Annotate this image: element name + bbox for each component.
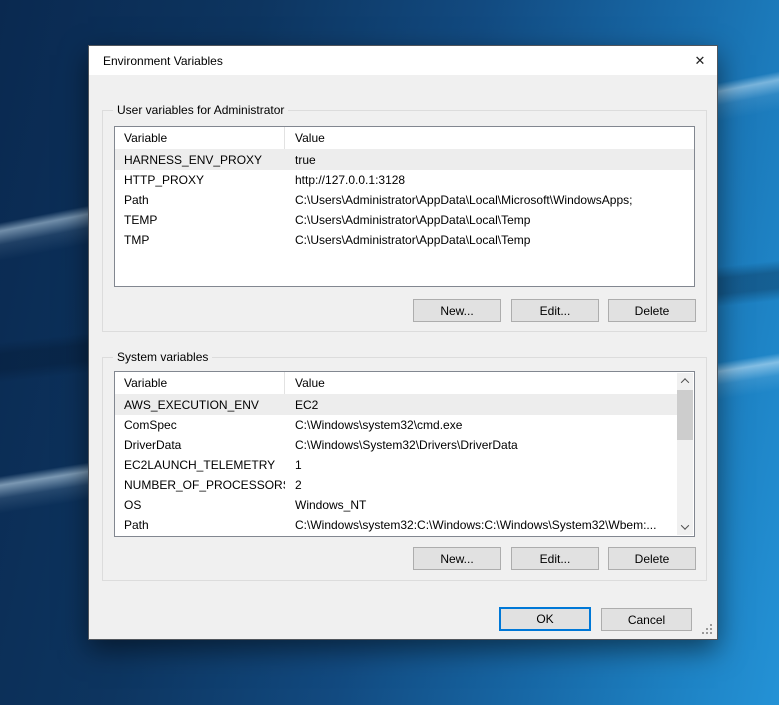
variable-value: C:\Users\Administrator\AppData\Local\Tem… xyxy=(285,233,694,247)
user-list-header: Variable Value xyxy=(115,127,694,150)
variable-value: 1 xyxy=(285,458,677,472)
user-edit-button[interactable]: Edit... xyxy=(511,299,599,322)
variable-name: HARNESS_ENV_PROXY xyxy=(115,153,285,167)
system-column-header-variable[interactable]: Variable xyxy=(115,372,285,394)
user-variable-row[interactable]: Path C:\Users\Administrator\AppData\Loca… xyxy=(115,190,694,210)
system-variable-row[interactable]: OS Windows_NT xyxy=(115,495,677,515)
system-new-button[interactable]: New... xyxy=(413,547,501,570)
scroll-up-icon[interactable] xyxy=(677,373,693,389)
cancel-button[interactable]: Cancel xyxy=(601,608,692,631)
system-variables-group-label: System variables xyxy=(113,350,212,364)
system-list-header: Variable Value xyxy=(115,372,677,395)
system-variable-row[interactable]: AWS_EXECUTION_ENV EC2 xyxy=(115,395,677,415)
variable-value: Windows_NT xyxy=(285,498,677,512)
variable-value: EC2 xyxy=(285,398,677,412)
resize-grip[interactable] xyxy=(702,624,712,634)
system-list-body: AWS_EXECUTION_ENV EC2 ComSpec C:\Windows… xyxy=(115,395,677,535)
variable-name: ComSpec xyxy=(115,418,285,432)
system-variable-row[interactable]: NUMBER_OF_PROCESSORS 2 xyxy=(115,475,677,495)
close-icon[interactable]: ✕ xyxy=(683,46,717,75)
variable-name: HTTP_PROXY xyxy=(115,173,285,187)
system-variable-row[interactable]: EC2LAUNCH_TELEMETRY 1 xyxy=(115,455,677,475)
user-variable-row[interactable]: TMP C:\Users\Administrator\AppData\Local… xyxy=(115,230,694,250)
variable-name: OS xyxy=(115,498,285,512)
variable-value: C:\Windows\system32:C:\Windows:C:\Window… xyxy=(285,518,677,532)
user-variables-group-label: User variables for Administrator xyxy=(113,103,288,117)
system-variable-row[interactable]: DriverData C:\Windows\System32\Drivers\D… xyxy=(115,435,677,455)
user-variable-row[interactable]: HARNESS_ENV_PROXY true xyxy=(115,150,694,170)
variable-value: C:\Windows\System32\Drivers\DriverData xyxy=(285,438,677,452)
user-new-button[interactable]: New... xyxy=(413,299,501,322)
variable-name: Path xyxy=(115,518,285,532)
system-variable-row[interactable]: Path C:\Windows\system32:C:\Windows:C:\W… xyxy=(115,515,677,535)
variable-name: DriverData xyxy=(115,438,285,452)
dialog-titlebar[interactable]: Environment Variables ✕ xyxy=(89,46,717,75)
variable-name: NUMBER_OF_PROCESSORS xyxy=(115,478,285,492)
system-delete-button[interactable]: Delete xyxy=(608,547,696,570)
user-variable-row[interactable]: HTTP_PROXY http://127.0.0.1:3128 xyxy=(115,170,694,190)
scrollbar-thumb[interactable] xyxy=(677,390,693,440)
ok-button[interactable]: OK xyxy=(499,607,591,631)
environment-variables-dialog: Environment Variables ✕ User variables f… xyxy=(88,45,718,640)
variable-value: C:\Windows\system32\cmd.exe xyxy=(285,418,677,432)
variable-name: TEMP xyxy=(115,213,285,227)
user-variable-row[interactable]: TEMP C:\Users\Administrator\AppData\Loca… xyxy=(115,210,694,230)
variable-value: http://127.0.0.1:3128 xyxy=(285,173,694,187)
variable-name: EC2LAUNCH_TELEMETRY xyxy=(115,458,285,472)
user-list-body: HARNESS_ENV_PROXY true HTTP_PROXY http:/… xyxy=(115,150,694,250)
user-column-header-variable[interactable]: Variable xyxy=(115,127,285,149)
variable-name: TMP xyxy=(115,233,285,247)
user-column-header-value[interactable]: Value xyxy=(285,127,694,149)
variable-value: C:\Users\Administrator\AppData\Local\Mic… xyxy=(285,193,694,207)
user-delete-button[interactable]: Delete xyxy=(608,299,696,322)
scroll-down-icon[interactable] xyxy=(677,519,693,535)
variable-value: C:\Users\Administrator\AppData\Local\Tem… xyxy=(285,213,694,227)
system-variable-row[interactable]: ComSpec C:\Windows\system32\cmd.exe xyxy=(115,415,677,435)
variable-name: AWS_EXECUTION_ENV xyxy=(115,398,285,412)
user-variables-list[interactable]: Variable Value HARNESS_ENV_PROXY true HT… xyxy=(114,126,695,287)
variable-name: Path xyxy=(115,193,285,207)
system-list-scrollbar[interactable] xyxy=(677,373,693,535)
desktop-wallpaper: Environment Variables ✕ User variables f… xyxy=(0,0,779,705)
system-column-header-value[interactable]: Value xyxy=(285,372,677,394)
dialog-title: Environment Variables xyxy=(89,54,223,68)
system-variables-list[interactable]: Variable Value AWS_EXECUTION_ENV EC2 Com… xyxy=(114,371,695,537)
variable-value: 2 xyxy=(285,478,677,492)
system-edit-button[interactable]: Edit... xyxy=(511,547,599,570)
variable-value: true xyxy=(285,153,694,167)
